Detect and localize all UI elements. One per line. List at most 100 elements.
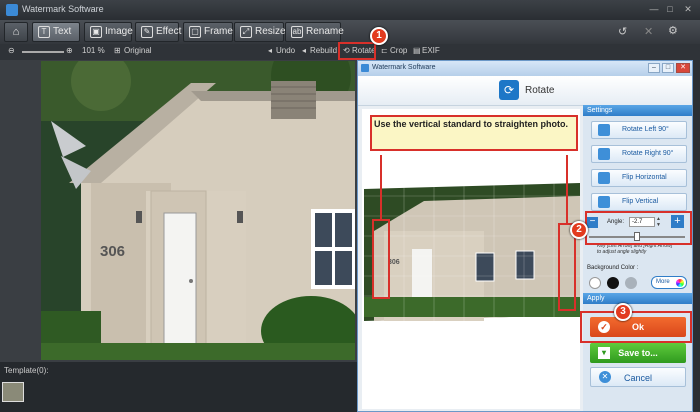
minimize-icon[interactable]: — <box>648 4 660 15</box>
guide-left-line <box>380 155 382 221</box>
rotate-right-button[interactable]: Rotate Right 90° <box>591 145 687 163</box>
effect-icon: ✎ <box>141 26 153 38</box>
dialog-maximize-icon[interactable]: □ <box>662 63 674 73</box>
home-icon: ⌂ <box>12 26 20 38</box>
rotate-left-icon <box>598 124 610 136</box>
undo-button[interactable]: Undo <box>276 46 295 55</box>
tab-resize-label: Resize <box>255 26 286 37</box>
template-bar: Template(0): <box>0 362 357 412</box>
text-icon: T <box>38 26 50 38</box>
app-logo-icon <box>6 4 18 16</box>
bg-color-black[interactable] <box>607 277 619 289</box>
tab-rename[interactable]: ab Rename <box>285 22 344 42</box>
rotate-right-label: Rotate Right 90° <box>622 150 674 157</box>
redo-top-icon[interactable]: ✕ <box>644 25 653 38</box>
original-size-icon[interactable]: ⊞ <box>114 46 121 55</box>
save-to-label: Save to... <box>618 348 658 358</box>
title-bar: Watermark Software — □ ✕ <box>0 0 700 20</box>
tab-frame[interactable]: ▢ Frame <box>183 22 233 42</box>
app-title: Watermark Software <box>22 4 104 14</box>
exif-button[interactable]: EXIF <box>422 46 440 55</box>
zoom-in-icon[interactable]: ⊕ <box>66 46 73 55</box>
callout-text: Use the vertical standard to straighten … <box>374 119 569 129</box>
more-colors-button[interactable]: More <box>651 276 687 289</box>
flip-horizontal-button[interactable]: Flip Horizontal <box>591 169 687 187</box>
tab-effect-label: Effect <box>156 26 182 37</box>
cancel-icon: ✕ <box>599 371 611 383</box>
exif-icon[interactable]: ▤ <box>413 46 421 55</box>
template-thumbnail[interactable] <box>2 382 24 402</box>
bg-color-white[interactable] <box>589 277 601 289</box>
ok-highlight <box>580 311 692 343</box>
flip-vertical-button[interactable]: Flip Vertical <box>591 193 687 211</box>
rebuild-icon[interactable]: ◂ <box>302 46 306 55</box>
main-photo[interactable]: 306 <box>41 61 355 360</box>
zoom-slider[interactable] <box>22 51 64 53</box>
settings-icon[interactable]: ⚙ <box>668 24 678 37</box>
dialog-heading: Rotate <box>525 85 555 96</box>
tab-image[interactable]: ▣ Image <box>84 22 133 42</box>
dialog-title-bar: Watermark Software – □ ✕ <box>358 61 692 76</box>
frame-icon: ▢ <box>189 26 201 38</box>
house-number: 306 <box>100 243 126 260</box>
cancel-label: Cancel <box>623 373 652 383</box>
image-icon: ▣ <box>90 26 102 38</box>
tab-resize[interactable]: ⤢ Resize <box>234 22 286 42</box>
rotate-left-label: Rotate Left 90° <box>622 126 669 133</box>
rotate-dialog: Watermark Software – □ ✕ ⟳ Rotate Use th… <box>357 60 693 412</box>
apply-section-label: Apply <box>583 293 692 304</box>
undo-top-icon[interactable]: ↺ <box>618 25 627 38</box>
save-to-button[interactable]: ▾ Save to... <box>590 343 686 363</box>
settings-section-label: Settings <box>583 105 692 116</box>
dialog-minimize-icon[interactable]: – <box>648 63 660 73</box>
tab-text[interactable]: T Text <box>32 22 80 42</box>
callout-1: 1 <box>370 27 388 45</box>
flip-vertical-icon <box>598 196 610 208</box>
zoom-out-icon[interactable]: ⊖ <box>8 46 15 55</box>
template-label: Template(0): <box>4 366 49 375</box>
guide-left-box <box>372 219 390 299</box>
crop-button[interactable]: Crop <box>390 46 407 55</box>
house-image <box>41 61 355 360</box>
bg-color-transparent[interactable] <box>625 277 637 289</box>
dialog-title: Watermark Software <box>372 64 436 71</box>
crop-icon[interactable]: ⊏ <box>381 46 388 55</box>
save-icon: ▾ <box>598 347 610 359</box>
preview-house-image <box>364 171 580 331</box>
tab-frame-label: Frame <box>204 26 233 37</box>
rename-icon: ab <box>291 26 303 38</box>
callout-3: 3 <box>614 303 632 321</box>
tab-image-label: Image <box>105 26 133 37</box>
rotate-left-button[interactable]: Rotate Left 90° <box>591 121 687 139</box>
angle-highlight <box>585 211 692 245</box>
tab-bar: ⌂ T Text ▣ Image ✎ Effect ▢ Frame ⤢ Resi… <box>0 20 700 44</box>
preview-photo[interactable]: 306 <box>364 171 580 331</box>
dialog-logo-icon <box>361 64 369 72</box>
background-color-label: Background Color : <box>587 265 639 271</box>
rotate-highlight <box>338 42 376 60</box>
more-colors-label: More <box>656 279 670 285</box>
callout-2: 2 <box>570 221 588 239</box>
tab-rename-label: Rename <box>306 26 344 37</box>
undo-icon[interactable]: ◂ <box>268 46 272 55</box>
settings-panel: Settings Rotate Left 90° Rotate Right 90… <box>583 105 692 411</box>
flip-horizontal-icon <box>598 172 610 184</box>
dialog-header: ⟳ Rotate <box>358 76 692 106</box>
cancel-button[interactable]: ✕ Cancel <box>590 367 686 387</box>
resize-icon: ⤢ <box>240 26 252 38</box>
zoom-value: 101 % <box>82 46 105 55</box>
rotate-header-icon: ⟳ <box>499 80 519 100</box>
color-wheel-icon <box>676 279 684 287</box>
dialog-close-icon[interactable]: ✕ <box>676 63 690 73</box>
tab-effect[interactable]: ✎ Effect <box>135 22 182 42</box>
flip-horizontal-label: Flip Horizontal <box>622 174 667 181</box>
tab-text-label: Text <box>53 26 72 37</box>
rotate-right-icon <box>598 148 610 160</box>
original-button[interactable]: Original <box>124 46 152 55</box>
guide-right-line <box>566 155 568 223</box>
home-button[interactable]: ⌂ <box>4 22 28 42</box>
flip-vertical-label: Flip Vertical <box>622 198 659 205</box>
maximize-icon[interactable]: □ <box>664 4 676 15</box>
rebuild-button[interactable]: Rebuild <box>310 46 337 55</box>
close-icon[interactable]: ✕ <box>682 4 694 15</box>
